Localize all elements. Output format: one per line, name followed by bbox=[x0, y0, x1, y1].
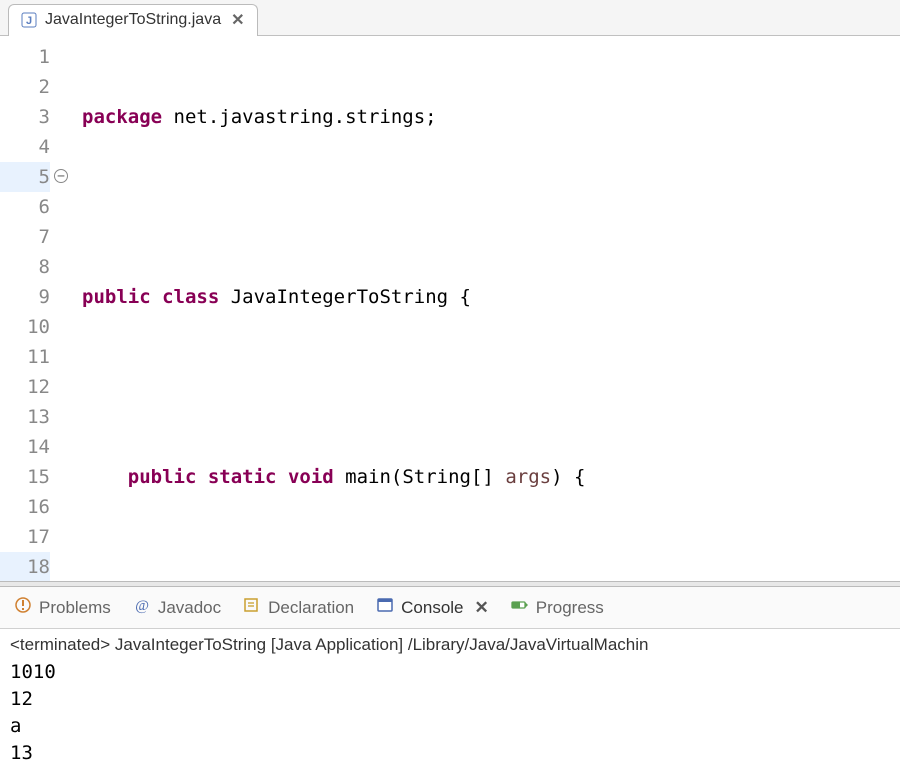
line-number: 11 bbox=[0, 342, 50, 372]
problems-icon bbox=[14, 596, 32, 619]
tab-progress[interactable]: Progress bbox=[511, 596, 604, 619]
editor-tab-bar: J JavaIntegerToString.java ✕ bbox=[0, 0, 900, 36]
line-number: 7 bbox=[0, 222, 50, 252]
tab-console[interactable]: Console ✕ bbox=[376, 596, 489, 619]
line-number: 2 bbox=[0, 72, 50, 102]
tab-filename: JavaIntegerToString.java bbox=[45, 11, 221, 29]
code-line: public static void main(String[] args) { bbox=[82, 462, 900, 492]
close-icon[interactable]: ✕ bbox=[475, 598, 489, 618]
bottom-tab-bar: Problems @ Javadoc Declaration Console ✕… bbox=[0, 587, 900, 629]
code-editor[interactable]: 1 2 3 4 5− 6 7 8 9 10 11 12 13 14 15 16 … bbox=[0, 36, 900, 581]
code-line: package net.javastring.strings; bbox=[82, 102, 900, 132]
tab-javadoc[interactable]: @ Javadoc bbox=[133, 596, 221, 619]
svg-text:@: @ bbox=[135, 598, 149, 614]
line-number: 8 bbox=[0, 252, 50, 282]
line-number: 10 bbox=[0, 312, 50, 342]
editor-tab[interactable]: J JavaIntegerToString.java ✕ bbox=[8, 4, 258, 36]
declaration-icon bbox=[243, 596, 261, 619]
svg-text:J: J bbox=[26, 15, 32, 27]
console-status: <terminated> JavaIntegerToString [Java A… bbox=[0, 629, 900, 657]
console-icon bbox=[376, 596, 394, 619]
code-line bbox=[82, 192, 900, 222]
code-line: public class JavaIntegerToString { bbox=[82, 282, 900, 312]
fold-icon[interactable]: − bbox=[54, 169, 68, 183]
line-number: 13 bbox=[0, 402, 50, 432]
line-number: 1 bbox=[0, 42, 50, 72]
line-number: 17 bbox=[0, 522, 50, 552]
line-number: 14 bbox=[0, 432, 50, 462]
code-line bbox=[82, 372, 900, 402]
line-number: 6 bbox=[0, 192, 50, 222]
java-file-icon: J bbox=[21, 12, 37, 28]
console-output[interactable]: 1010 12 a 13 bbox=[0, 657, 900, 769]
tab-problems[interactable]: Problems bbox=[14, 596, 111, 619]
line-number: 18 bbox=[0, 552, 50, 581]
line-number: 12 bbox=[0, 372, 50, 402]
line-number: 5− bbox=[0, 162, 50, 192]
line-number: 15 bbox=[0, 462, 50, 492]
code-content[interactable]: package net.javastring.strings; public c… bbox=[58, 36, 900, 581]
line-number: 3 bbox=[0, 102, 50, 132]
line-number: 4 bbox=[0, 132, 50, 162]
javadoc-icon: @ bbox=[133, 596, 151, 619]
close-icon[interactable]: ✕ bbox=[231, 10, 244, 30]
line-number: 9 bbox=[0, 282, 50, 312]
line-number-gutter: 1 2 3 4 5− 6 7 8 9 10 11 12 13 14 15 16 … bbox=[0, 36, 58, 581]
line-number: 16 bbox=[0, 492, 50, 522]
code-line bbox=[82, 552, 900, 581]
tab-declaration[interactable]: Declaration bbox=[243, 596, 354, 619]
progress-icon bbox=[511, 596, 529, 619]
